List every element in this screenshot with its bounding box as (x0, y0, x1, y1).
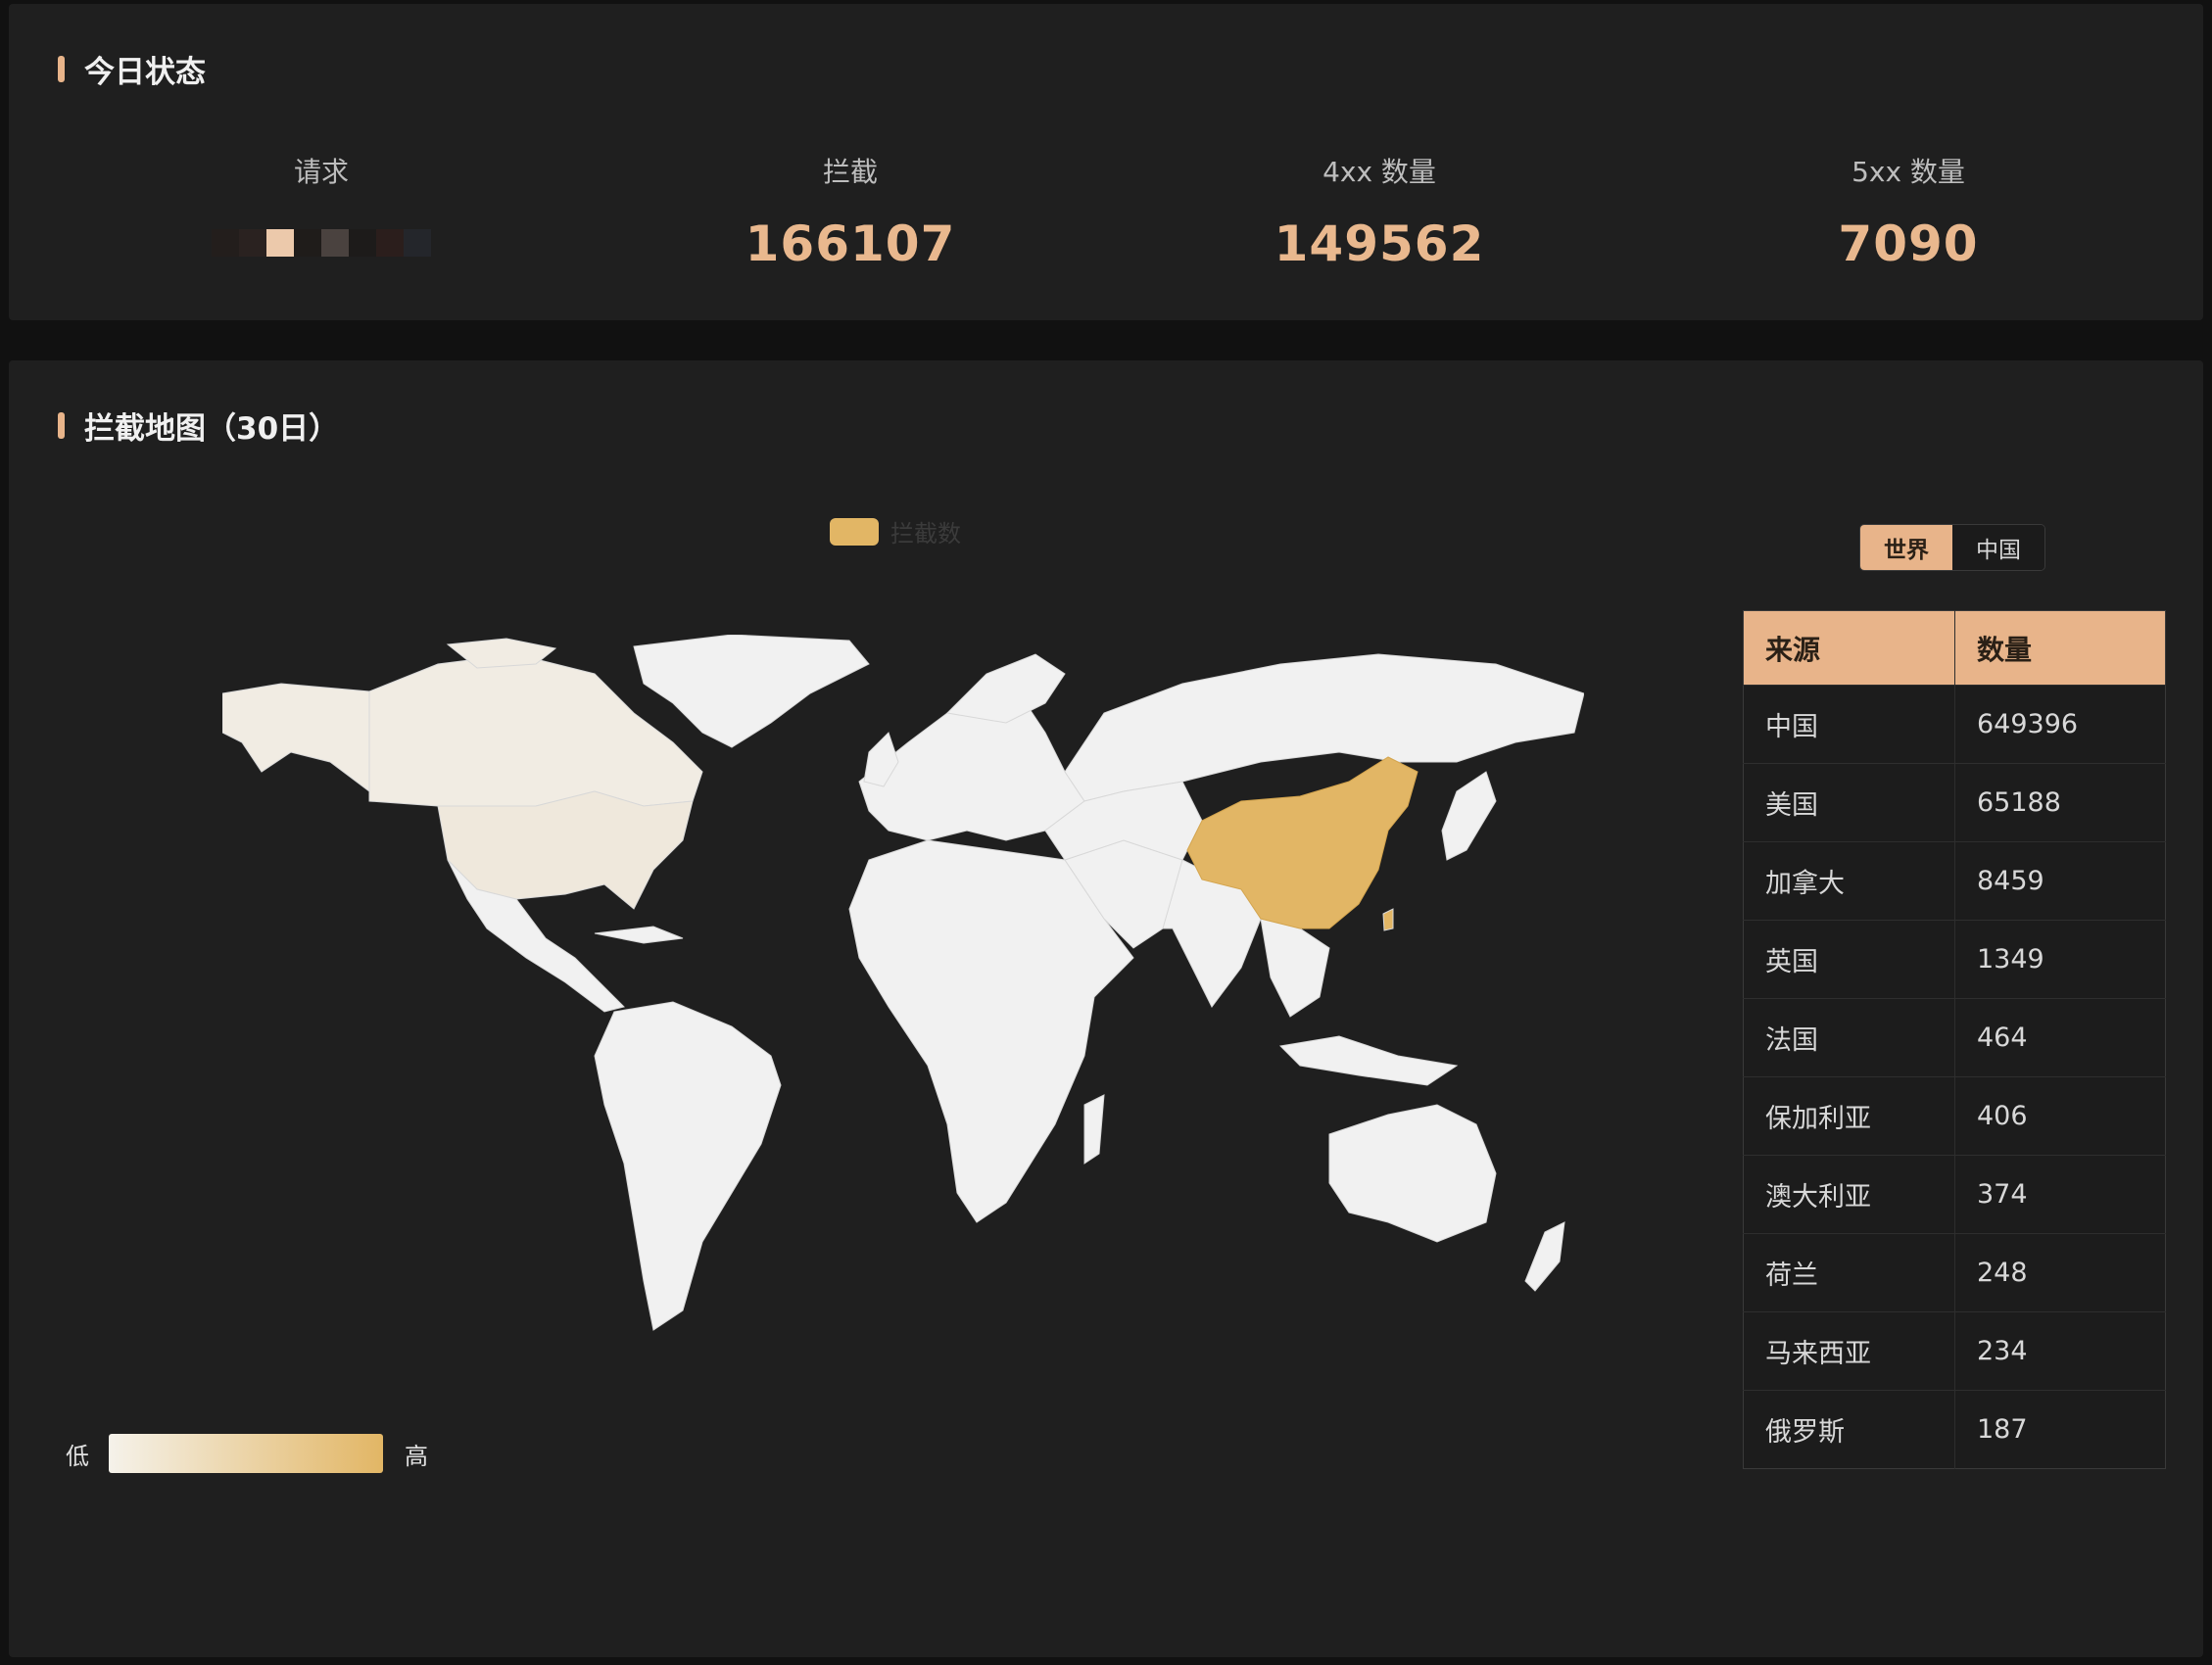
region-australia (1328, 1104, 1497, 1243)
table-row: 荷兰 248 (1743, 1233, 2166, 1312)
visual-map-low: 低 (66, 1442, 89, 1470)
region-new-zealand (1524, 1221, 1565, 1292)
region-caribbean (594, 926, 684, 944)
masked-value (125, 223, 517, 262)
visual-map-gradient[interactable] (109, 1434, 383, 1473)
region-madagascar (1083, 1094, 1105, 1165)
table-row: 马来西亚 234 (1743, 1311, 2166, 1391)
legend-label: 拦截数 (890, 520, 961, 547)
map-title-text: 拦截地图（30日） (84, 411, 340, 447)
stat-value: 7090 (1838, 215, 1979, 272)
panel-title-today: 今日状态 (58, 47, 206, 91)
cell-count: 234 (1954, 1311, 2166, 1391)
visual-map-scale[interactable]: 低 高 (66, 1434, 428, 1473)
table-row: 加拿大 8459 (1743, 841, 2166, 921)
region-japan (1441, 771, 1497, 861)
source-table: 来源 数量 中国 649396 美国 65188 加拿大 8459 英国 1349 法国 464 保… (1743, 610, 2166, 1469)
today-title-text: 今日状态 (84, 55, 206, 90)
title-accent-bar (58, 56, 65, 82)
cell-source: 马来西亚 (1743, 1311, 1955, 1391)
world-map[interactable] (222, 635, 1584, 1340)
cell-count: 649396 (1954, 685, 2166, 764)
stat-label: 4xx 数量 (1322, 156, 1436, 188)
region-scandinavia (945, 653, 1066, 724)
stat-blocked: 拦截 166107 (654, 151, 1046, 272)
region-south-america (594, 1001, 782, 1331)
stat-label: 5xx 数量 (1851, 156, 1965, 188)
table-row: 俄罗斯 187 (1743, 1390, 2166, 1469)
region-russia (1064, 653, 1584, 802)
cell-source: 中国 (1743, 685, 1955, 764)
stat-4xx: 4xx 数量 149562 (1183, 151, 1575, 272)
cell-count: 374 (1954, 1155, 2166, 1234)
cell-source: 澳大利亚 (1743, 1155, 1955, 1234)
cell-count: 464 (1954, 998, 2166, 1077)
table-body: 中国 649396 美国 65188 加拿大 8459 英国 1349 法国 464 保加利亚 406… (1743, 685, 2166, 1469)
toggle-china-button[interactable]: 中国 (1952, 525, 2044, 570)
cell-count: 8459 (1954, 841, 2166, 921)
cell-source: 英国 (1743, 920, 1955, 999)
region-taiwan (1382, 908, 1394, 931)
stat-requests: 请求 (125, 151, 517, 262)
map-legend[interactable]: 拦截数 (830, 514, 961, 548)
cell-source: 法国 (1743, 998, 1955, 1077)
table-row: 中国 649396 (1743, 685, 2166, 764)
cell-source: 俄罗斯 (1743, 1390, 1955, 1469)
block-map-panel: 拦截地图（30日） 拦截数 低 高 世界 中国 来源 数量 中国 649396 … (9, 360, 2203, 1657)
region-indonesia (1278, 1035, 1459, 1086)
panel-title-map: 拦截地图（30日） (58, 404, 339, 448)
cell-source: 荷兰 (1743, 1233, 1955, 1312)
region-greenland (633, 635, 870, 748)
header-source: 来源 (1743, 610, 1955, 686)
cell-source: 保加利亚 (1743, 1076, 1955, 1156)
table-row: 英国 1349 (1743, 920, 2166, 999)
region-toggle[interactable]: 世界 中国 (1859, 524, 2045, 571)
stat-label: 请求 (293, 156, 349, 188)
toggle-world-button[interactable]: 世界 (1860, 525, 1952, 570)
legend-swatch (830, 517, 879, 546)
cell-count: 187 (1954, 1390, 2166, 1469)
table-row: 澳大利亚 374 (1743, 1155, 2166, 1234)
today-status-panel: 今日状态 请求 拦截 166107 4xx 数量 149562 5xx 数量 7… (9, 4, 2203, 320)
table-row: 保加利亚 406 (1743, 1076, 2166, 1156)
table-header-row: 来源 数量 (1743, 610, 2166, 686)
table-row: 美国 65188 (1743, 763, 2166, 842)
cell-count: 65188 (1954, 763, 2166, 842)
title-accent-bar (58, 412, 65, 439)
cell-count: 248 (1954, 1233, 2166, 1312)
cell-source: 加拿大 (1743, 841, 1955, 921)
stat-value: 166107 (745, 215, 956, 272)
cell-source: 美国 (1743, 763, 1955, 842)
stat-value: 149562 (1274, 215, 1485, 272)
region-alaska (222, 683, 370, 792)
cell-count: 1349 (1954, 920, 2166, 999)
stats-row: 请求 拦截 166107 4xx 数量 149562 5xx 数量 7090 (9, 151, 2203, 288)
table-row: 法国 464 (1743, 998, 2166, 1077)
header-count: 数量 (1954, 610, 2166, 686)
stat-label: 拦截 (822, 156, 878, 188)
stat-5xx: 5xx 数量 7090 (1712, 151, 2104, 272)
cell-count: 406 (1954, 1076, 2166, 1156)
visual-map-high: 高 (405, 1442, 428, 1470)
region-southeast-asia (1260, 918, 1330, 1018)
